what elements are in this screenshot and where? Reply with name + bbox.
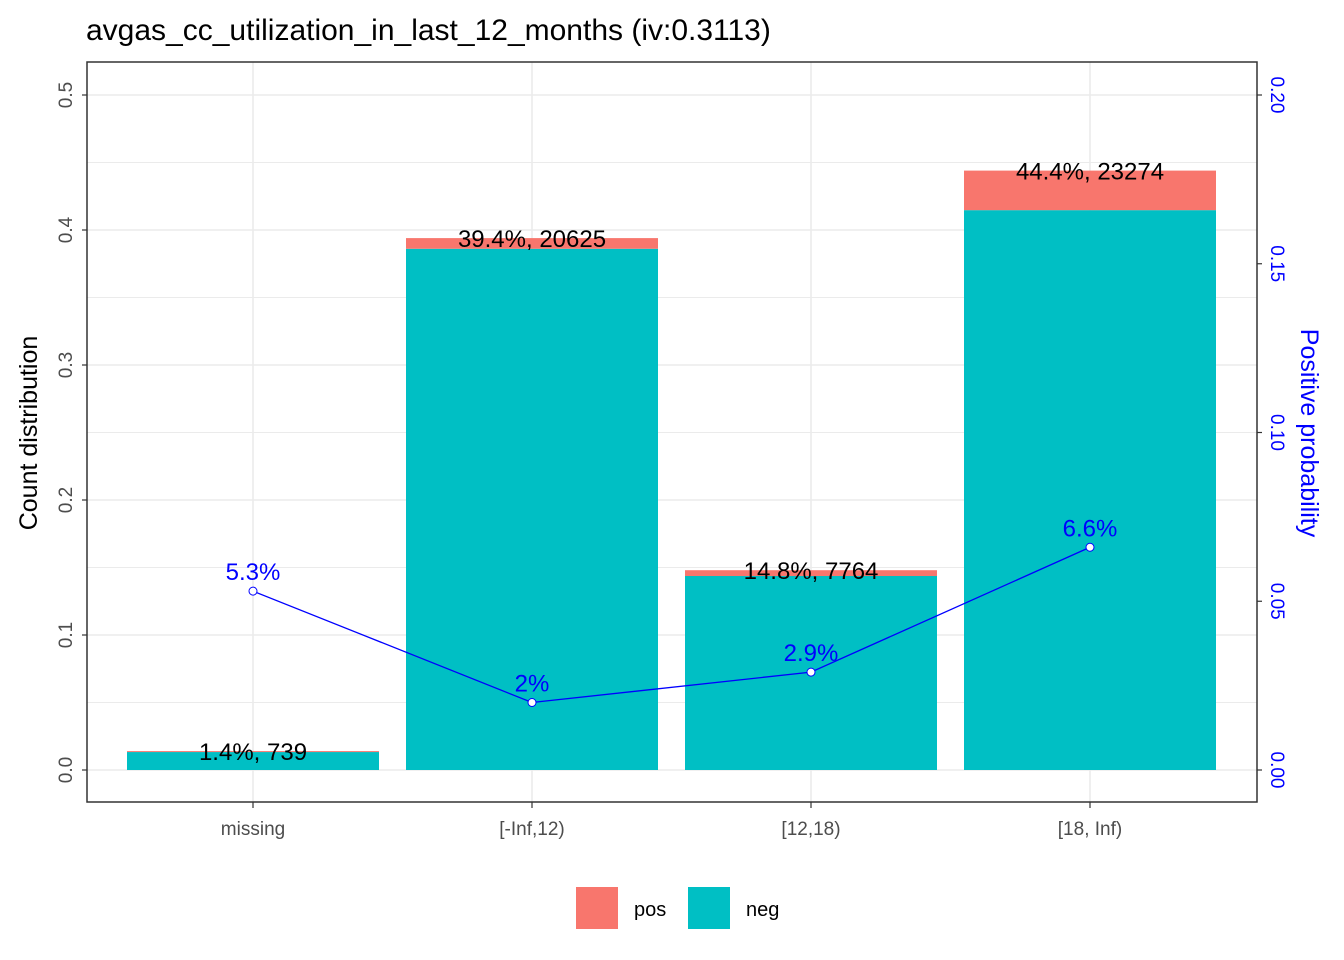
x-tick-label: [12,18): [781, 819, 840, 840]
legend-label-neg: neg: [746, 899, 779, 921]
legend-key-pos: [576, 887, 618, 929]
chart: avgas_cc_utilization_in_last_12_months (…: [15, 14, 1323, 929]
left-axis: 0.0 0.1 0.2 0.3 0.4 0.5: [56, 82, 87, 783]
y-tick-label: 0.3: [56, 352, 77, 378]
bars: [127, 170, 1216, 770]
chart-title: avgas_cc_utilization_in_last_12_months (…: [86, 14, 771, 47]
x-tick-label: [18, Inf): [1058, 819, 1122, 840]
bar-neg: [964, 210, 1216, 770]
x-tick-label: missing: [221, 819, 285, 840]
y-tick-label: 0.1: [56, 622, 77, 648]
y-right-tick-label: 0.05: [1266, 583, 1287, 620]
bar-label: 39.4%, 20625: [458, 226, 606, 253]
probability-label: 2%: [515, 671, 550, 698]
x-tick-label: [-Inf,12): [499, 819, 564, 840]
legend-label-pos: pos: [634, 899, 666, 921]
probability-label: 6.6%: [1063, 515, 1118, 542]
y-tick-label: 0.2: [56, 487, 77, 513]
probability-label: 5.3%: [226, 559, 281, 586]
y-right-tick-label: 0.10: [1266, 414, 1287, 451]
bar-label: 14.8%, 7764: [744, 558, 879, 585]
y-tick-label: 0.5: [56, 82, 77, 108]
right-axis: 0.00 0.05 0.10 0.15 0.20: [1257, 77, 1287, 789]
bar-label: 44.4%, 23274: [1016, 159, 1164, 186]
bar-label: 1.4%, 739: [199, 739, 307, 766]
y-right-tick-label: 0.20: [1266, 77, 1287, 114]
y-tick-label: 0.4: [56, 216, 77, 243]
x-axis: missing [-Inf,12) [12,18) [18, Inf): [221, 802, 1122, 840]
y-right-tick-label: 0.00: [1266, 752, 1287, 789]
probability-label: 2.9%: [784, 640, 839, 667]
y-axis-title: Count distribution: [15, 336, 43, 531]
probability-point: [527, 698, 537, 707]
probability-point: [248, 586, 258, 596]
probability-point: [1085, 542, 1095, 552]
y-right-tick-label: 0.15: [1266, 245, 1287, 282]
legend: pos neg: [576, 887, 779, 929]
y-tick-label: 0.0: [56, 757, 77, 783]
probability-point: [806, 667, 816, 677]
legend-key-neg: [688, 887, 730, 929]
y-axis-right-title: Positive probability: [1295, 329, 1323, 538]
